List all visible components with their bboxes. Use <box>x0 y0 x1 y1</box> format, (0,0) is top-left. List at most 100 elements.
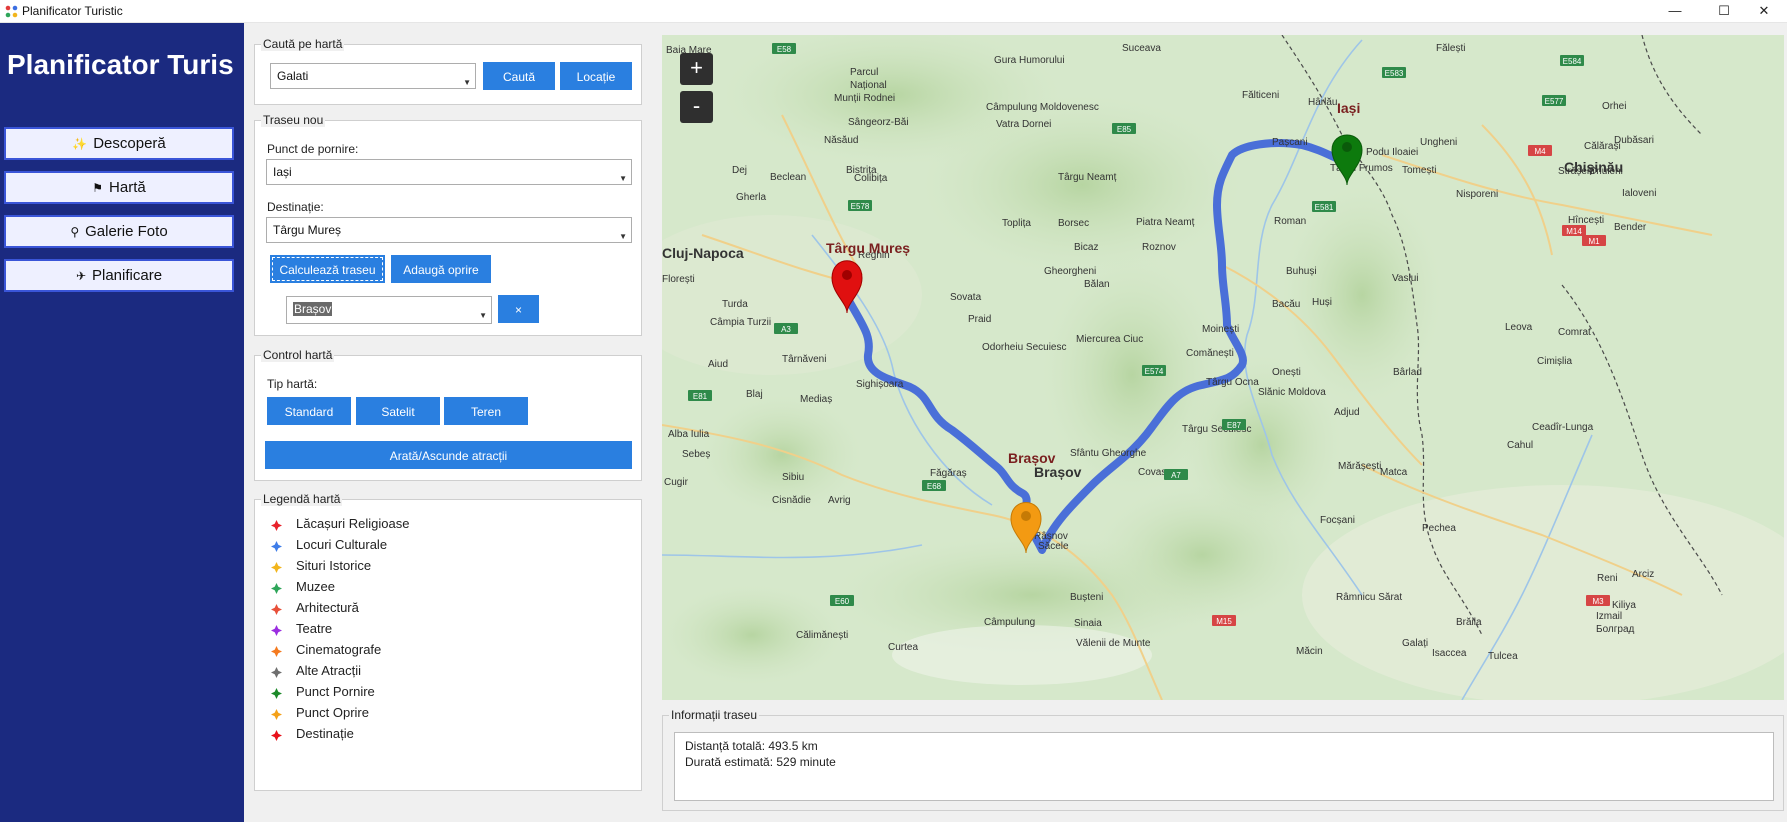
legend-group-label: Legendă hartă <box>261 492 343 506</box>
terrain-map-button[interactable]: Teren <box>444 397 528 425</box>
place-label: Nisporeni <box>1456 189 1498 200</box>
search-button[interactable]: Caută <box>483 62 555 90</box>
svg-text:E58: E58 <box>777 45 792 54</box>
svg-text:M1: M1 <box>1588 237 1600 246</box>
svg-text:E574: E574 <box>1145 367 1164 376</box>
place-label: Florești <box>662 274 695 285</box>
map-canvas[interactable]: Baia Mare SuceavaParculNaționalMunții Rod… <box>662 35 1784 700</box>
start-point-value: Iași <box>273 165 292 179</box>
route-info-text: Distanță totală: 493.5 km Durată estimat… <box>674 732 1774 801</box>
legend-item-label: Cinematografe <box>296 642 382 657</box>
add-stop-button[interactable]: Adaugă oprire <box>391 255 491 283</box>
legend-dot-icon <box>271 540 282 552</box>
place-label: Mărășești <box>1338 461 1381 472</box>
sidebar-item-discover[interactable]: ✨ Descoperă <box>4 127 234 160</box>
legend-dot-icon <box>271 666 282 678</box>
sidebar-item-gallery[interactable]: ⚲ Galerie Foto <box>4 215 234 248</box>
legend-item-label: Lăcașuri Religioase <box>296 516 410 531</box>
place-label: Galați <box>1402 638 1428 649</box>
legend-item-label: Punct Oprire <box>296 705 369 720</box>
place-label: Leova <box>1505 322 1533 333</box>
sidebar-item-label: Descoperă <box>93 135 166 152</box>
road-shield: M14 <box>1562 225 1586 236</box>
place-label: Slănic Moldova <box>1258 387 1326 398</box>
place-label: Național <box>850 80 887 91</box>
place-label: Болград <box>1596 624 1635 635</box>
place-label: Roznov <box>1142 242 1176 253</box>
svg-text:E584: E584 <box>1563 57 1582 66</box>
place-label: Podu Iloaiei <box>1366 147 1418 158</box>
legend-dot-icon <box>271 687 282 699</box>
legend-item-label: Alte Atracții <box>296 663 362 678</box>
place-label: Sângeorz-Băi <box>848 117 909 128</box>
place-label: Gherla <box>736 192 766 203</box>
standard-map-button[interactable]: Standard <box>267 397 351 425</box>
place-label: Vaslui <box>1392 273 1419 284</box>
svg-text:M3: M3 <box>1592 597 1604 606</box>
zoom-in-button[interactable]: + <box>680 53 713 85</box>
road-shield: E87 <box>1222 419 1246 430</box>
place-label: Măcin <box>1296 646 1323 657</box>
route-group-label: Traseu nou <box>261 113 326 127</box>
close-button[interactable]: ✕ <box>1741 0 1787 23</box>
location-button[interactable]: Locație <box>560 62 632 90</box>
road-shield: M1 <box>1582 235 1606 246</box>
app-title: Planificator Turis <box>7 49 234 80</box>
destination-label: Destinație: <box>267 200 324 214</box>
sidebar-item-planning[interactable]: ✈ Planificare <box>4 259 234 292</box>
legend-dot-icon <box>271 624 282 636</box>
place-label: Onești <box>1272 367 1301 378</box>
place-label: Toplița <box>1002 218 1031 229</box>
place-label: Târgu Ocna <box>1206 377 1259 388</box>
place-label: Moinești <box>1202 324 1239 335</box>
place-label: Buhuși <box>1286 266 1317 277</box>
sidebar-item-map[interactable]: ⚑ Hartă <box>4 171 234 204</box>
road-shield: E60 <box>830 595 854 606</box>
route-info-label: Informații traseu <box>669 708 760 722</box>
start-point-select[interactable]: Iași ▼ <box>266 159 632 185</box>
legend-item-label: Punct Pornire <box>296 684 375 699</box>
toggle-attractions-button[interactable]: Arată/Ascunde atracții <box>265 441 632 469</box>
place-label: Ceadîr-Lunga <box>1532 422 1594 433</box>
remove-stop-button[interactable]: × <box>498 295 539 323</box>
place-label: Cimișlia <box>1537 356 1572 367</box>
road-shield: A7 <box>1164 469 1188 480</box>
place-label: Matca <box>1380 467 1408 478</box>
place-label: Ungheni <box>1420 137 1457 148</box>
svg-text:E85: E85 <box>1117 125 1132 134</box>
svg-text:E577: E577 <box>1545 97 1564 106</box>
place-label: Târnăveni <box>782 354 826 365</box>
road-shield: A3 <box>774 323 798 334</box>
chevron-down-icon: ▼ <box>463 78 471 87</box>
search-input-value: Galati <box>277 69 309 83</box>
destination-select[interactable]: Târgu Mureș ▼ <box>266 217 632 243</box>
place-label: Cahul <box>1507 440 1533 451</box>
place-label: Râmnicu Sărat <box>1336 592 1402 603</box>
place-label: Blaj <box>746 389 763 400</box>
map-view[interactable]: Baia Mare Suceava Parcul Național Munții Rod… <box>662 35 1784 700</box>
estimated-duration: Durată estimată: 529 minute <box>685 755 836 769</box>
calculate-route-button[interactable]: Calculează traseu <box>270 255 385 283</box>
legend-item-label: Muzee <box>296 579 336 594</box>
place-label: Ialoveni <box>1622 188 1656 199</box>
stop-select[interactable]: Brașov ▼ <box>286 296 492 324</box>
place-label: Gura Humorului <box>994 55 1065 66</box>
search-input[interactable]: Galati ▼ <box>270 63 476 89</box>
satellite-map-button[interactable]: Satelit <box>356 397 440 425</box>
legend-dot-icon <box>271 603 282 615</box>
route-info-group: Informații traseu Distanță totală: 493.5… <box>662 708 1784 811</box>
place-label: Roman <box>1274 216 1306 227</box>
legend-dot-icon <box>271 519 282 531</box>
legend-dot-icon <box>271 582 282 594</box>
place-label: Cluj-Napoca <box>662 245 744 261</box>
place-label: Sebeș <box>682 449 710 460</box>
place-label: Aiud <box>708 359 728 370</box>
minimize-button[interactable]: — <box>1652 0 1698 23</box>
route-group: Traseu nou Punct de pornire: Iași ▼ Dest… <box>254 113 642 336</box>
legend-dot-icon <box>271 708 282 720</box>
airplane-icon: ✈ <box>75 269 86 283</box>
sidebar-item-label: Planificare <box>92 267 163 284</box>
legend-dot-icon <box>271 645 282 657</box>
zoom-out-button[interactable]: - <box>680 91 713 123</box>
destination-value: Târgu Mureș <box>273 223 342 237</box>
